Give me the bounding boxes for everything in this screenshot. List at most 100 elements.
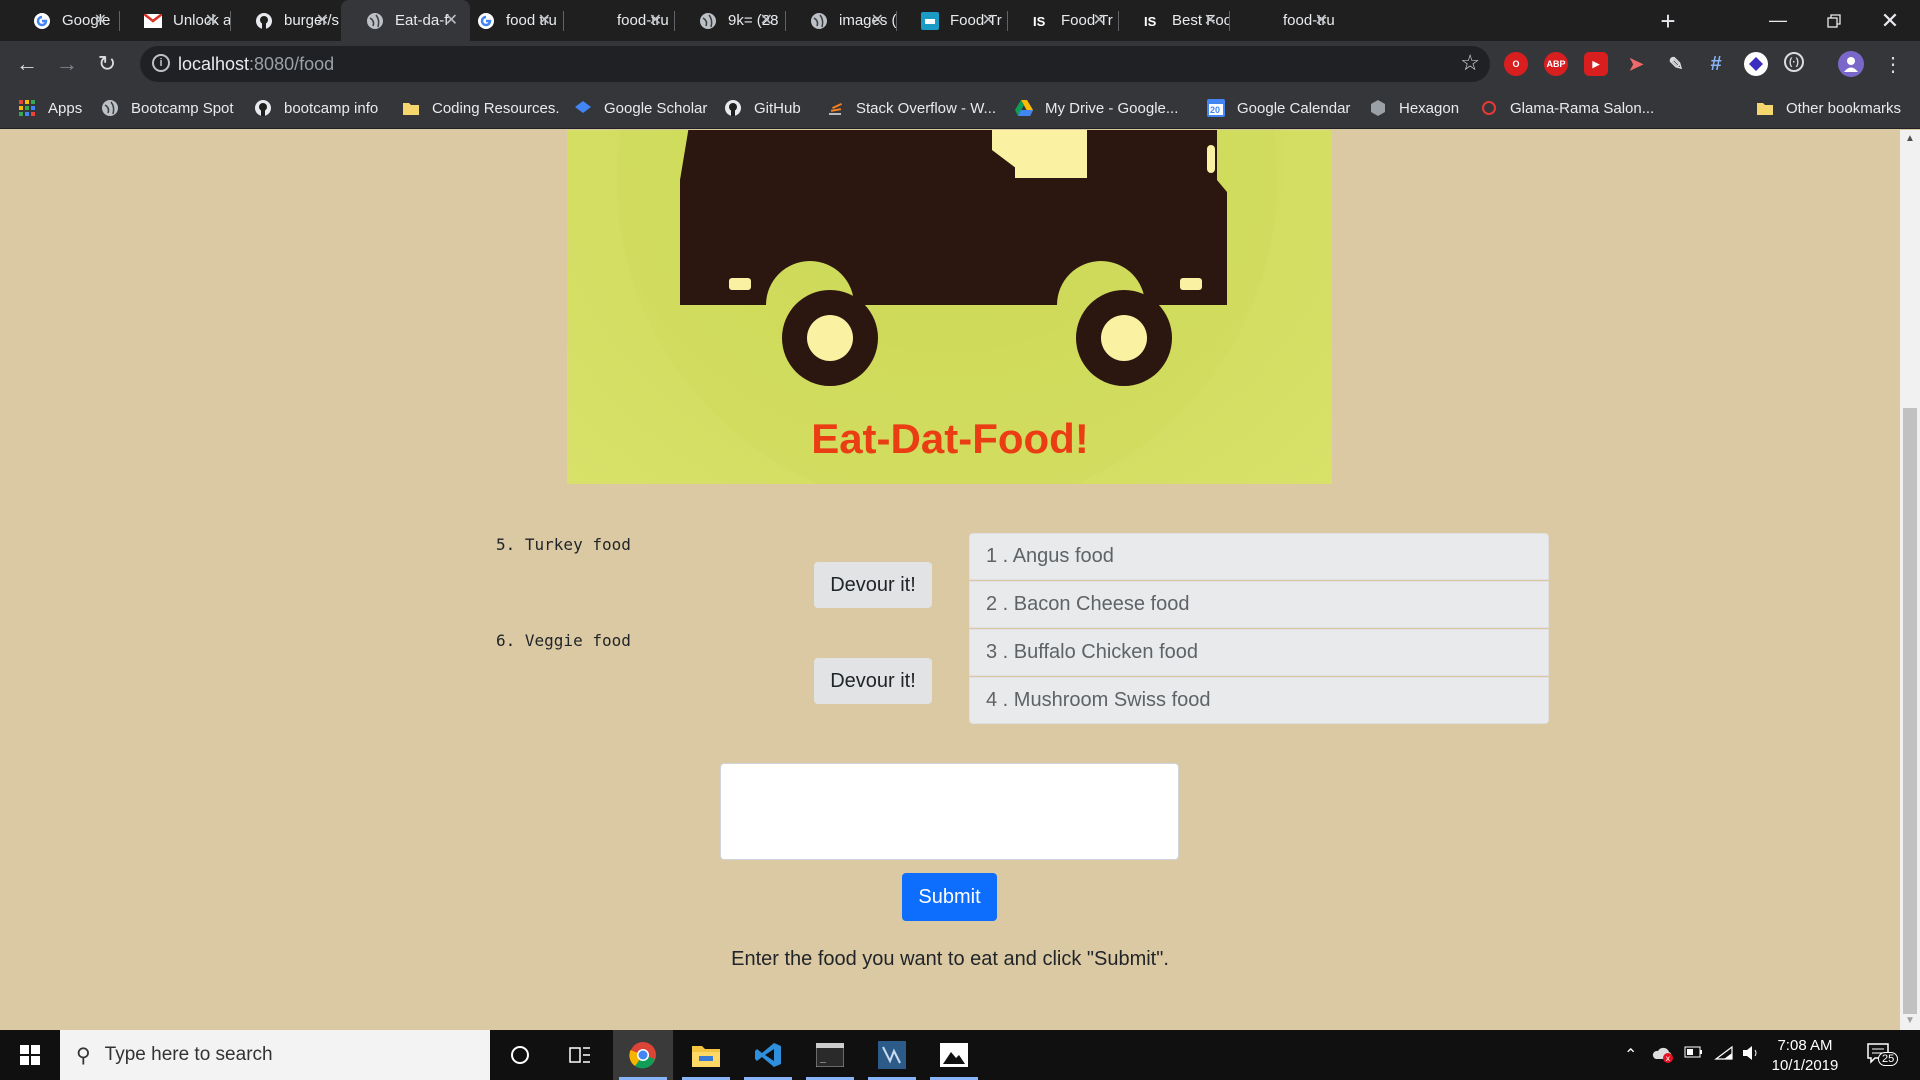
code-extension-icon[interactable]: (·) (1784, 52, 1804, 72)
adblock-plus-icon[interactable]: ABP (1544, 52, 1568, 76)
scroll-down-arrow-icon[interactable]: ▼ (1904, 1015, 1916, 1027)
browser-tab-strip: Google ✕ Unlock a ✕ burger/s ✕ Eat-da-f ✕ food t… (0, 0, 1920, 41)
close-window-button[interactable]: ✕ (1862, 0, 1918, 41)
diamond-extension-icon[interactable] (1744, 52, 1768, 76)
bookmark-item[interactable]: My Drive - Google... (1015, 96, 1178, 120)
taskbar-clock[interactable]: 7:08 AM 10/1/2019 (1760, 1036, 1850, 1076)
close-tab-icon[interactable]: ✕ (760, 10, 773, 30)
forward-button[interactable]: → (52, 49, 82, 79)
devour-button[interactable]: Devour it! (814, 562, 932, 608)
google-icon (32, 11, 52, 31)
browser-tab[interactable]: Google ✕ (8, 0, 119, 41)
eyedropper-icon[interactable]: ✎ (1664, 52, 1688, 76)
taskbar-search-box[interactable]: ⚲ Type here to search (60, 1030, 490, 1080)
wifi-icon[interactable] (1714, 1045, 1734, 1066)
show-hidden-icons-chevron-icon[interactable]: ⌃ (1624, 1045, 1637, 1065)
svg-text:IS: IS (1144, 14, 1157, 29)
task-view-button[interactable] (550, 1030, 610, 1080)
taskbar-vscode[interactable] (738, 1030, 798, 1080)
bookmark-item[interactable]: Hexagon (1369, 96, 1459, 120)
devour-button[interactable]: Devour it! (814, 658, 932, 704)
battery-icon[interactable] (1684, 1045, 1704, 1064)
bookmark-item[interactable]: Coding Resources. (402, 96, 560, 120)
bookmark-star-icon[interactable]: ☆ (1460, 50, 1480, 76)
food-list-item: 2 . Bacon Cheese food (969, 581, 1549, 628)
restore-button[interactable] (1806, 0, 1862, 41)
other-bookmarks[interactable]: Other bookmarks (1756, 96, 1901, 120)
food-name-input[interactable] (720, 763, 1179, 860)
reload-button[interactable]: ↻ (92, 49, 122, 79)
bookmark-label: Google Calendar (1237, 99, 1351, 117)
browser-tab[interactable]: Eat-da-f ✕ (341, 0, 470, 41)
back-button[interactable]: ← (12, 49, 42, 79)
scroll-thumb[interactable] (1903, 408, 1917, 1014)
tab-separator (1229, 11, 1230, 31)
tab-title: Best Foo (1172, 12, 1229, 29)
browser-tab[interactable]: burger/s ✕ (230, 0, 341, 41)
cortana-button[interactable] (490, 1030, 550, 1080)
hexagon-icon (1369, 99, 1387, 117)
tab-title: food-tru (1283, 12, 1335, 29)
browser-tab[interactable]: 9k= (28 ✕ (674, 0, 785, 41)
chrome-icon (629, 1042, 656, 1069)
browser-tab[interactable]: IS Food Tr ✕ (1007, 0, 1118, 41)
taskbar-terminal[interactable]: _ (800, 1030, 860, 1080)
taskbar-photos[interactable] (924, 1030, 984, 1080)
bookmark-item[interactable]: GitHub (724, 96, 801, 120)
close-tab-icon[interactable]: ✕ (1315, 10, 1328, 30)
opera-extension-icon[interactable]: O (1504, 52, 1528, 76)
chrome-menu-icon[interactable]: ⋮ (1878, 49, 1908, 79)
page-title: Eat-Dat-Food! (811, 415, 1089, 462)
video-extension-icon[interactable]: ▶ (1584, 52, 1608, 76)
scroll-up-arrow-icon[interactable]: ▲ (1904, 133, 1916, 145)
start-button[interactable] (0, 1030, 60, 1080)
tab-title: 9k= (28 (728, 12, 779, 29)
action-center-button[interactable]: 25 (1866, 1042, 1899, 1068)
site-info-icon[interactable]: i (152, 54, 170, 72)
bookmark-item[interactable]: Stack Overflow - W... (826, 96, 996, 120)
close-tab-icon[interactable]: ✕ (649, 10, 662, 30)
taskbar-file-explorer[interactable] (676, 1030, 736, 1080)
browser-toolbar: ← → ↻ i localhost:8080/food ☆ O ABP ▶ ➤ … (0, 41, 1920, 87)
browser-tab[interactable]: Unlock a ✕ (119, 0, 230, 41)
close-tab-icon[interactable]: ✕ (1093, 10, 1106, 30)
profile-avatar[interactable] (1838, 51, 1864, 77)
browser-tab[interactable]: Food Tr ✕ (896, 0, 1007, 41)
bookmark-item[interactable]: bootcamp info (254, 96, 378, 120)
volume-icon[interactable] (1742, 1045, 1760, 1066)
submit-button[interactable]: Submit (902, 873, 997, 921)
browser-tab[interactable]: IS Best Foo ✕ (1118, 0, 1229, 41)
browser-tab[interactable]: food-tru ✕ (1229, 0, 1340, 41)
page-content: Eat-Dat-Food! 5. Turkey food 6. Veggie f… (0, 130, 1900, 1030)
new-tab-button[interactable]: + (1653, 6, 1683, 36)
browser-tab[interactable]: images (✕ (785, 0, 896, 41)
close-tab-icon[interactable]: ✕ (982, 10, 995, 30)
taskbar-chrome[interactable] (613, 1030, 673, 1080)
bookmark-item[interactable]: 20 Google Calendar (1207, 96, 1350, 120)
close-tab-icon[interactable]: ✕ (538, 10, 551, 30)
close-tab-icon[interactable]: ✕ (871, 10, 884, 30)
page-scrollbar[interactable]: ▲ ▼ (1900, 130, 1920, 1030)
tab-separator (1118, 11, 1119, 31)
address-bar[interactable]: i localhost:8080/food ☆ (140, 46, 1490, 82)
cast-extension-icon[interactable]: ➤ (1624, 52, 1648, 76)
close-tab-icon[interactable]: ✕ (205, 10, 218, 30)
minimize-button[interactable]: — (1750, 0, 1806, 41)
globe-icon (101, 99, 119, 117)
close-tab-icon[interactable]: ✕ (316, 10, 329, 30)
bookmark-label: bootcamp info (284, 99, 379, 117)
bookmark-label: Google Scholar (604, 99, 708, 117)
bookmark-item[interactable]: Apps (18, 96, 82, 120)
close-tab-icon[interactable]: ✕ (1204, 10, 1217, 30)
tab-title: Food Tr (1061, 12, 1113, 29)
browser-tab[interactable]: food tru ✕ (452, 0, 563, 41)
crop-grid-icon[interactable]: # (1704, 52, 1728, 76)
close-tab-icon[interactable]: ✕ (94, 10, 107, 30)
onedrive-error-icon[interactable]: x (1652, 1045, 1674, 1068)
url-text[interactable]: localhost:8080/food (178, 54, 334, 75)
bookmark-item[interactable]: Bootcamp Spot (101, 96, 234, 120)
bookmark-item[interactable]: Google Scholar (574, 96, 707, 120)
browser-tab[interactable]: food-tru ✕ (563, 0, 674, 41)
bookmark-item[interactable]: Glama-Rama Salon... (1480, 96, 1654, 120)
taskbar-mysql-workbench[interactable] (862, 1030, 922, 1080)
